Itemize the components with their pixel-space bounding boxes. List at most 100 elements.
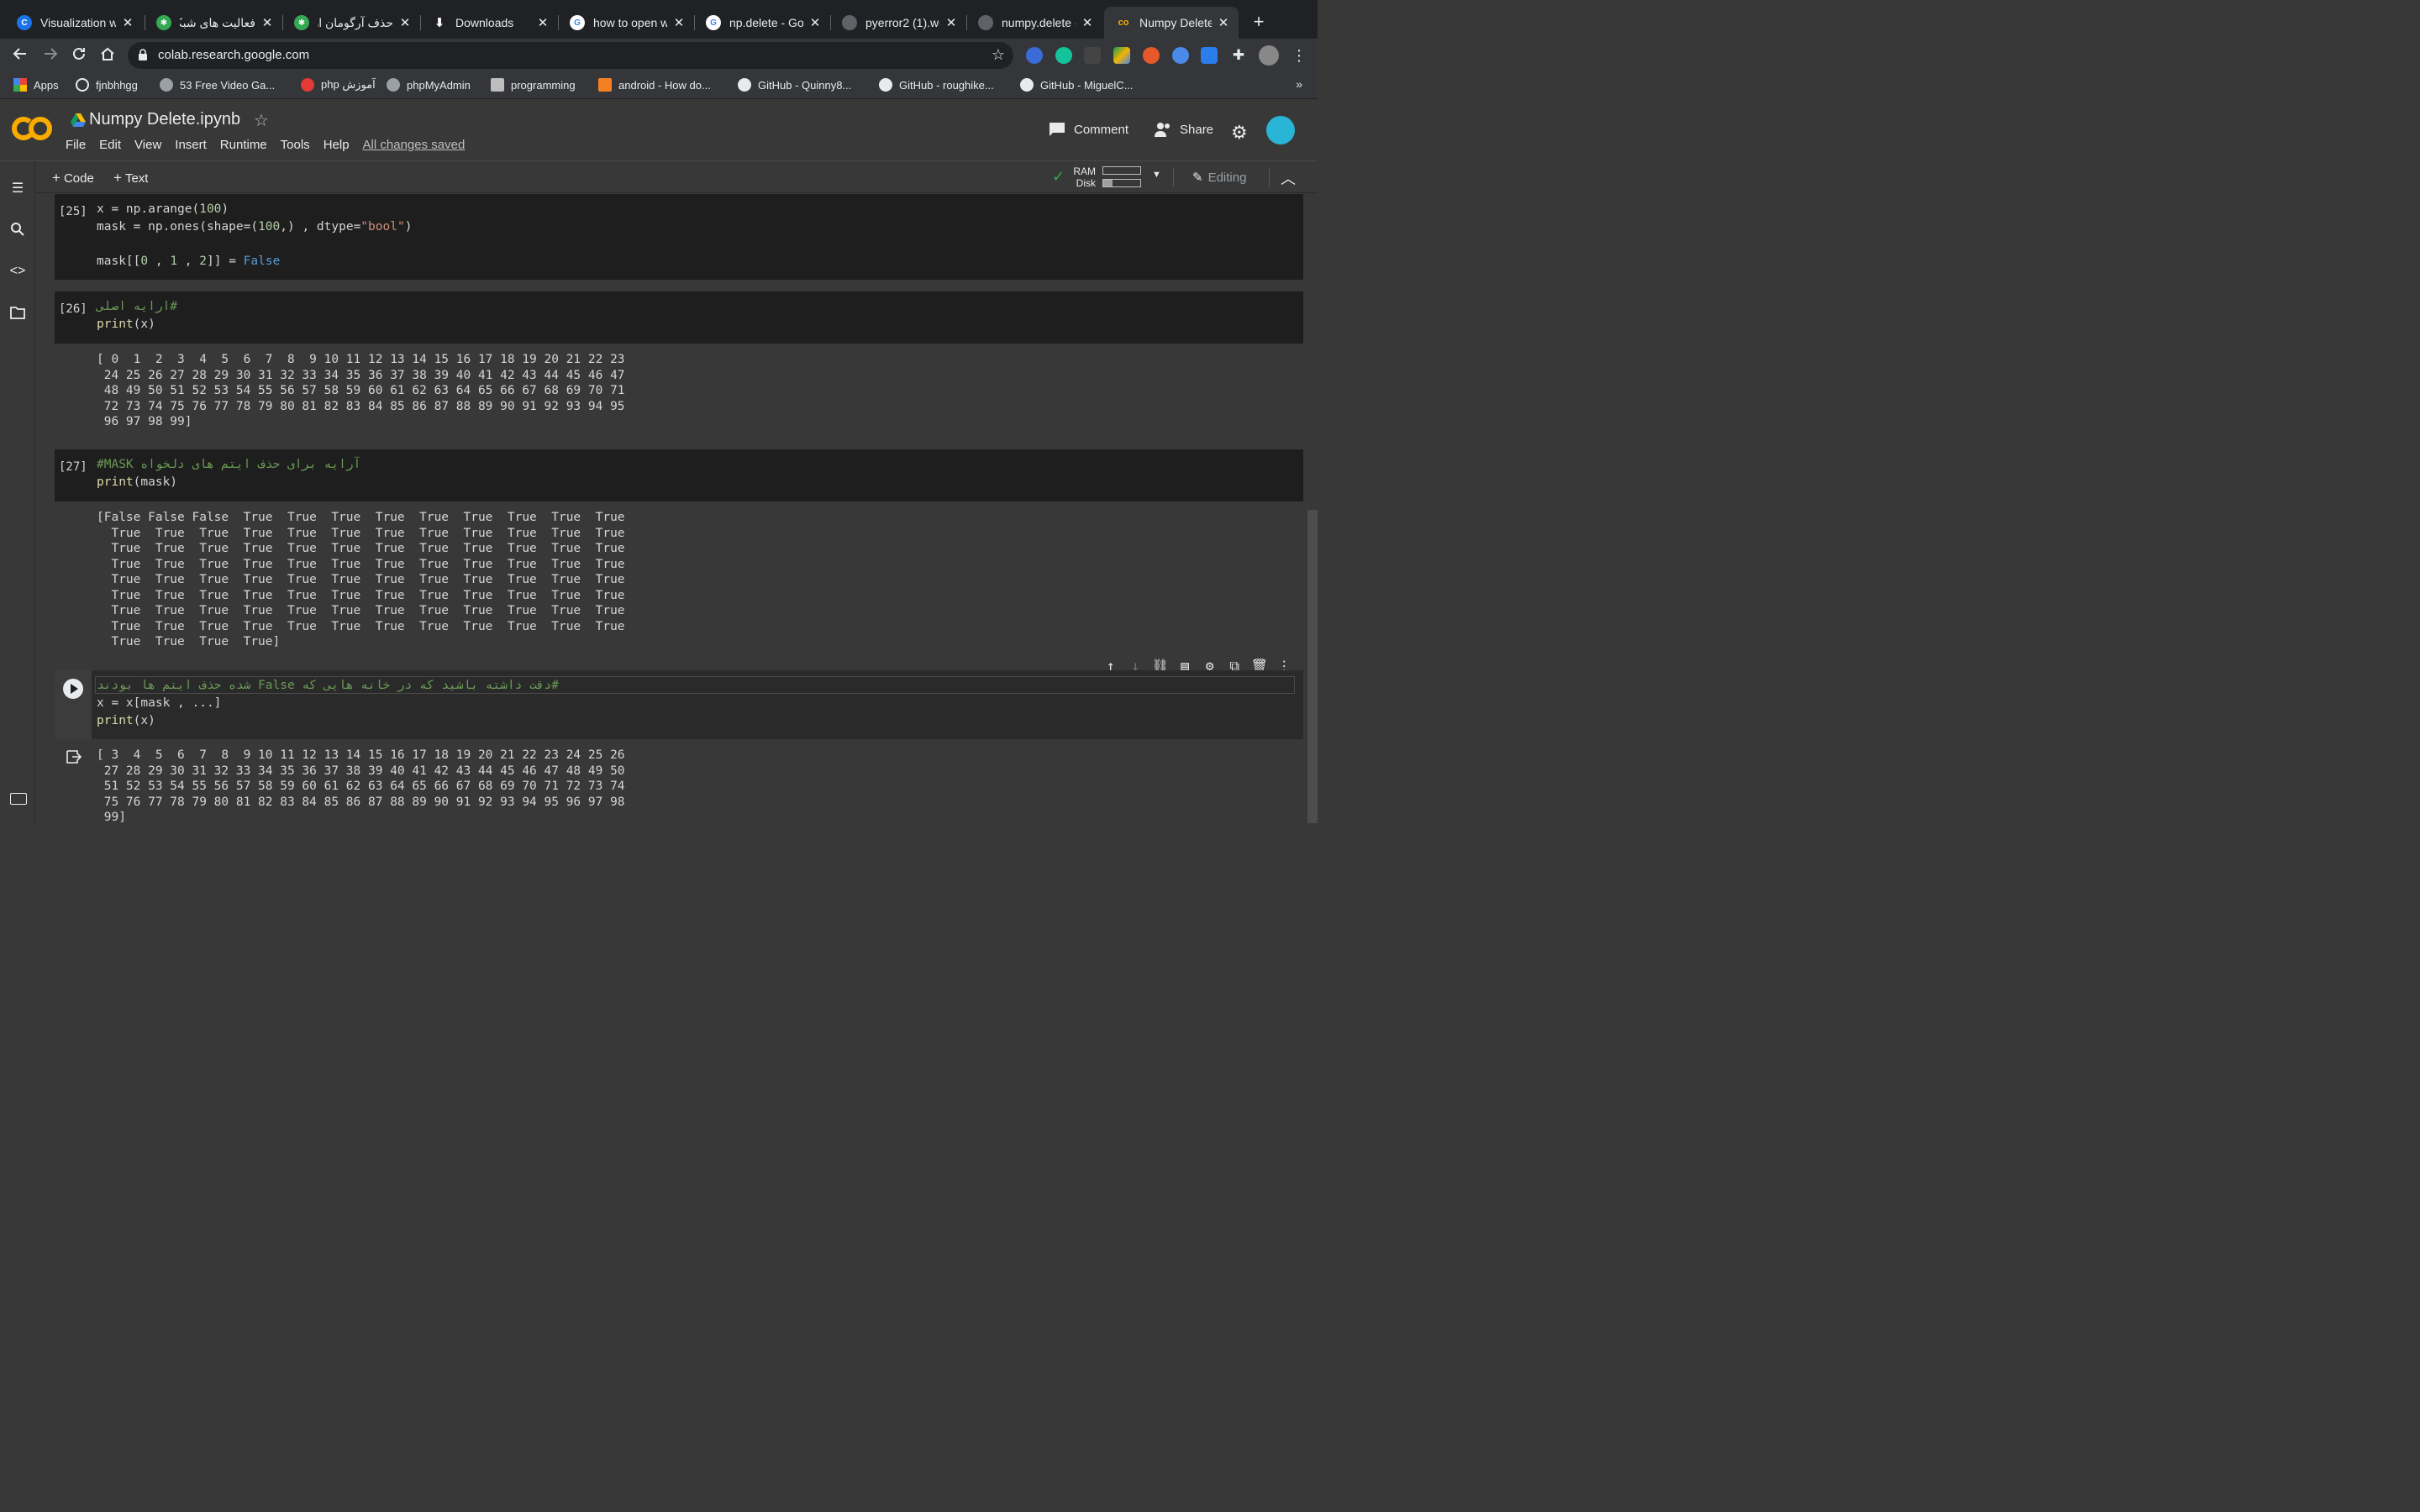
code-line[interactable]: x = np.arange(100) — [97, 202, 229, 216]
code-line[interactable]: print(x) — [97, 318, 155, 331]
browser-tab-numpy-delete-docs[interactable]: numpy.delete - ✕ — [966, 7, 1102, 39]
resource-labels[interactable]: RAM Disk — [1072, 165, 1096, 189]
bookmark-fjnbhhgg[interactable]: fjnbhhgg — [76, 78, 138, 92]
code-cell-27[interactable]: [27] #MASK آرایه برای حذف ایتم های دلخوا… — [55, 449, 1303, 501]
menu-tools[interactable]: Tools — [281, 138, 310, 152]
browser-tab-network-activity[interactable]: ✱ فعالیت های شبکه ش ✕ — [145, 7, 282, 39]
output-actions-icon[interactable] — [66, 750, 82, 764]
tab-label: Downloads — [455, 16, 514, 29]
search-icon[interactable] — [9, 222, 26, 239]
close-tab-icon[interactable]: ✕ — [944, 15, 958, 30]
close-tab-icon[interactable]: ✕ — [1217, 15, 1230, 30]
menu-edit[interactable]: Edit — [99, 138, 121, 152]
extension-hidden-icon[interactable] — [1084, 47, 1101, 64]
share-button[interactable]: Share — [1155, 122, 1213, 137]
menu-insert[interactable]: Insert — [175, 138, 207, 152]
code-line[interactable]: print(mask) — [97, 475, 177, 489]
browser-tab-strip: C Visualization w ✕ ✱ فعالیت های شبکه ش … — [0, 0, 1318, 39]
settings-gear-icon[interactable]: ⚙ — [1231, 122, 1248, 144]
close-tab-icon[interactable]: ✕ — [398, 15, 412, 30]
browser-tab-remove-argument[interactable]: ✱ حذف آرگومان از py ✕ — [282, 7, 420, 39]
code-cell-26[interactable]: [26] #ارایه اصلی print(x) — [55, 291, 1303, 344]
extension-sync-icon[interactable] — [1172, 47, 1189, 64]
save-status[interactable]: All changes saved — [363, 138, 466, 152]
notebook-scrollbar[interactable] — [1307, 510, 1318, 823]
code-comment[interactable]: #ارایه اصلی — [97, 300, 177, 313]
code-line[interactable]: mask[[0 , 1 , 2]] = False — [97, 255, 280, 268]
home-button[interactable] — [97, 45, 118, 66]
table-of-contents-icon[interactable]: ☰ — [9, 180, 26, 197]
google-drive-extension-icon[interactable] — [1113, 47, 1130, 64]
browser-tab-pyerror2[interactable]: pyerror2 (1).we ✕ — [830, 7, 966, 39]
bookmark-label: android - How do... — [618, 78, 711, 92]
close-tab-icon[interactable]: ✕ — [121, 15, 134, 30]
bookmark-github-roughike[interactable]: GitHub - roughike... — [879, 78, 994, 92]
menu-view[interactable]: View — [134, 138, 161, 152]
ram-usage-bar[interactable] — [1102, 166, 1141, 175]
browser-tab-visualization[interactable]: C Visualization w ✕ — [5, 7, 143, 39]
bookmark-phpmyadmin[interactable]: phpMyAdmin — [387, 78, 471, 92]
browser-tab-downloads[interactable]: ⬇ Downloads ✕ — [420, 7, 558, 39]
extension-award-icon[interactable] — [1026, 47, 1043, 64]
close-tab-icon[interactable]: ✕ — [1081, 15, 1094, 30]
reload-button[interactable] — [69, 45, 89, 66]
pencil-icon: ✎ — [1192, 171, 1203, 185]
code-cell-focused[interactable]: #دقت داشته باشید که در خانه هایی که Fals… — [55, 670, 1303, 739]
menu-runtime[interactable]: Runtime — [220, 138, 267, 152]
code-line[interactable]: print(x) — [97, 714, 155, 727]
bookmark-programming[interactable]: programming — [491, 78, 576, 92]
browser-tab-np-delete-google[interactable]: G np.delete - Go ✕ — [694, 7, 830, 39]
disk-usage-bar[interactable] — [1102, 179, 1141, 187]
code-comment[interactable]: #MASK آرایه برای حذف ایتم های دلخواه — [97, 458, 360, 471]
extensions-puzzle-icon[interactable]: ✚ — [1230, 47, 1247, 64]
browser-tab-how-to-open[interactable]: G how to open w ✕ — [558, 7, 694, 39]
share-label: Share — [1180, 122, 1214, 137]
profile-avatar[interactable] — [1259, 45, 1279, 66]
bookmark-php-tutorial[interactable]: php آموزش — [301, 78, 376, 92]
terminal-keyboard-icon[interactable] — [10, 793, 27, 805]
resources-dropdown-icon[interactable]: ▼ — [1152, 170, 1161, 180]
back-button[interactable] — [10, 45, 30, 66]
editing-mode-button[interactable]: ✎ Editing — [1192, 170, 1246, 185]
address-bar[interactable]: colab.research.google.com ☆ — [128, 42, 1013, 69]
user-avatar[interactable] — [1266, 116, 1295, 144]
colab-favicon-icon: co — [1118, 18, 1129, 28]
execution-count: [25] — [59, 205, 87, 218]
comment-button[interactable]: Comment — [1049, 122, 1128, 137]
more-bookmarks-button[interactable]: » — [1296, 77, 1302, 91]
close-tab-icon[interactable]: ✕ — [536, 15, 550, 30]
menu-file[interactable]: File — [66, 138, 86, 152]
bookmark-free-video-games[interactable]: 53 Free Video Ga... — [160, 78, 275, 92]
new-tab-button[interactable]: + — [1249, 12, 1269, 32]
bookmark-github-quinny[interactable]: GitHub - Quinny8... — [738, 78, 851, 92]
browser-menu-icon[interactable]: ⋮ — [1291, 47, 1307, 64]
code-line[interactable]: mask = np.ones(shape=(100,) , dtype="boo… — [97, 220, 412, 234]
collapse-header-icon[interactable]: ︿ — [1281, 167, 1296, 189]
bookmark-apps[interactable]: Apps — [13, 78, 59, 92]
forward-button[interactable] — [40, 45, 60, 66]
menu-help[interactable]: Help — [324, 138, 350, 152]
close-tab-icon[interactable]: ✕ — [672, 15, 686, 30]
run-cell-button[interactable] — [63, 679, 83, 699]
github-icon — [879, 78, 892, 92]
close-tab-icon[interactable]: ✕ — [808, 15, 822, 30]
code-comment[interactable]: #دقت داشته باشید که در خانه هایی که Fals… — [97, 679, 559, 692]
bookmark-android-how-do[interactable]: android - How do... — [598, 78, 711, 92]
code-line[interactable]: x = x[mask , ...] — [97, 696, 221, 710]
add-code-cell-button[interactable]: + Code — [52, 170, 94, 186]
colab-logo-icon[interactable] — [12, 114, 52, 143]
browser-tab-numpy-delete-colab[interactable]: co Numpy Delete. ✕ — [1104, 7, 1239, 39]
add-text-cell-button[interactable]: + Text — [113, 170, 148, 186]
star-notebook-icon[interactable]: ☆ — [254, 110, 269, 131]
files-folder-icon[interactable] — [9, 306, 26, 323]
close-tab-icon[interactable]: ✕ — [260, 15, 274, 30]
site-favicon-icon: ✱ — [294, 15, 309, 30]
bookmark-github-miguelc[interactable]: GitHub - MiguelC... — [1020, 78, 1134, 92]
code-snippets-icon[interactable]: <> — [9, 264, 26, 281]
code-cell-25[interactable]: [25] x = np.arange(100) mask = np.ones(s… — [55, 194, 1303, 280]
bookmark-star-icon[interactable]: ☆ — [992, 46, 1005, 64]
extension-fire-icon[interactable] — [1143, 47, 1160, 64]
extension-translate-icon[interactable] — [1201, 47, 1218, 64]
notebook-title[interactable]: Numpy Delete.ipynb — [89, 110, 240, 129]
grammarly-extension-icon[interactable] — [1055, 47, 1072, 64]
